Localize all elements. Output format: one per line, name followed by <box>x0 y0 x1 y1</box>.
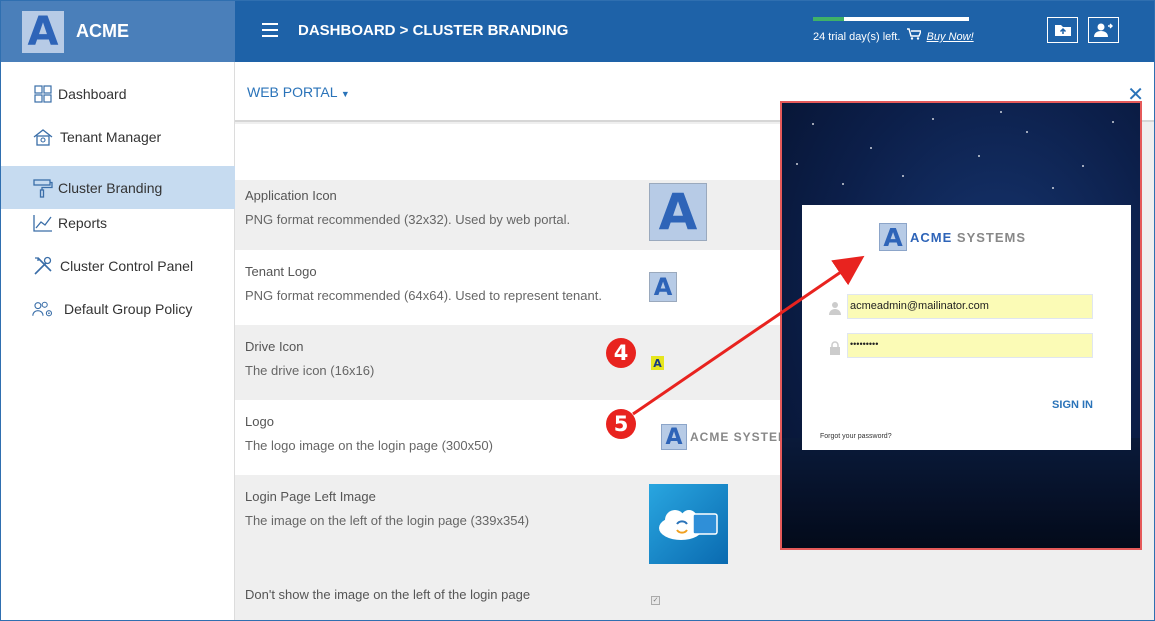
callout-5-badge: 5 <box>606 409 636 439</box>
annotation-arrow <box>632 255 865 416</box>
app-window: A ACME DASHBOARD > CLUSTER BRANDING 24 t… <box>0 0 1155 621</box>
callout-4-badge: 4 <box>606 338 636 368</box>
